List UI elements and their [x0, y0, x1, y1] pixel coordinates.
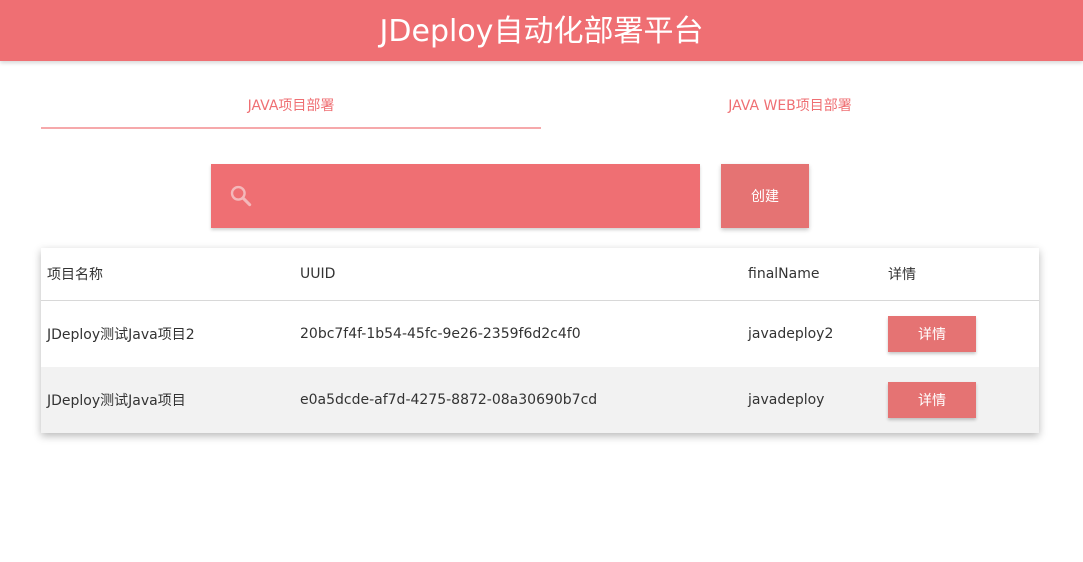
- column-header-final-name: finalName: [748, 266, 820, 282]
- column-header-detail: 详情: [888, 267, 916, 283]
- detail-button[interactable]: 详情: [888, 382, 976, 418]
- project-name-cell: JDeploy测试Java项目: [47, 393, 186, 409]
- final-name-cell: javadeploy2: [748, 326, 834, 342]
- table-header: 项目名称 UUID finalName 详情: [41, 248, 1039, 301]
- create-button[interactable]: 创建: [721, 164, 809, 228]
- final-name-cell: javadeploy: [748, 392, 825, 408]
- table-row: JDeploy测试Java项目 e0a5dcde-af7d-4275-8872-…: [41, 367, 1039, 433]
- search-input[interactable]: [267, 164, 687, 228]
- column-header-name: 项目名称: [47, 267, 103, 283]
- active-tab-indicator: [41, 127, 541, 129]
- project-name-cell: JDeploy测试Java项目2: [47, 327, 195, 343]
- search-icon: [230, 185, 252, 207]
- tab-java-project[interactable]: JAVA项目部署: [41, 82, 541, 128]
- search-box[interactable]: [211, 164, 700, 228]
- project-table: 项目名称 UUID finalName 详情 JDeploy测试Java项目2 …: [41, 248, 1039, 433]
- detail-cell: 详情: [888, 301, 976, 367]
- uuid-cell: 20bc7f4f-1b54-45fc-9e26-2359f6d2c4f0: [300, 326, 581, 342]
- app-header: JDeploy自动化部署平台: [0, 0, 1083, 61]
- tab-java-web-project[interactable]: JAVA WEB项目部署: [541, 82, 1039, 128]
- uuid-cell: e0a5dcde-af7d-4275-8872-08a30690b7cd: [300, 392, 598, 408]
- page-title: JDeploy自动化部署平台: [379, 13, 704, 49]
- detail-cell: 详情: [888, 367, 976, 433]
- table-row: JDeploy测试Java项目2 20bc7f4f-1b54-45fc-9e26…: [41, 301, 1039, 367]
- detail-button[interactable]: 详情: [888, 316, 976, 352]
- project-tabs: JAVA项目部署 JAVA WEB项目部署: [41, 82, 1039, 130]
- column-header-uuid: UUID: [300, 266, 336, 282]
